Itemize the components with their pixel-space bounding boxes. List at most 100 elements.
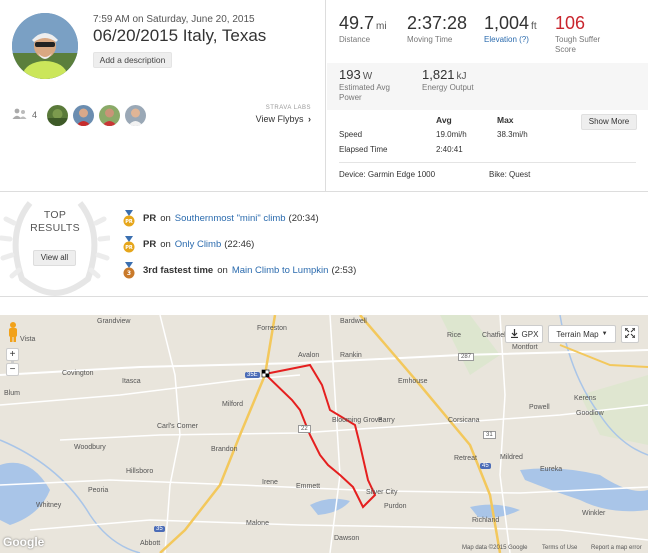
map-town: Avalon <box>298 352 320 359</box>
minus-icon: − <box>9 364 16 375</box>
svg-text:PR: PR <box>125 245 133 251</box>
achievements-section: TOP RESULTS View all PR PR on Southernmo… <box>0 193 648 297</box>
map-canvas[interactable] <box>0 315 648 553</box>
map-town: Milford <box>222 401 244 408</box>
kudos-summary[interactable]: 4 <box>12 108 37 122</box>
map-town: Blum <box>4 390 20 397</box>
avatar[interactable] <box>73 105 94 126</box>
map-type-label: Terrain Map <box>556 329 599 339</box>
add-description-button[interactable]: Add a description <box>93 52 172 68</box>
speed-max: 38.3mi/h <box>497 130 528 139</box>
activity-title[interactable]: 06/20/2015 Italy, Texas <box>93 26 266 46</box>
highway-shield: 35 <box>154 526 165 532</box>
fullscreen-icon <box>624 327 636 340</box>
map-attribution: Map data ©2015 Google <box>462 545 528 551</box>
view-all-button[interactable]: View all <box>33 250 76 266</box>
view-flybys-link[interactable]: View Flybys › <box>256 114 311 124</box>
fullscreen-button[interactable] <box>621 325 639 343</box>
gpx-download-button[interactable]: GPX <box>505 325 543 343</box>
athlete-avatar[interactable] <box>12 13 78 79</box>
top-results-title: TOP RESULTS <box>0 209 110 235</box>
map-town: Eureka <box>540 466 563 473</box>
suffer-score-label-1: Tough Suffer <box>555 35 601 44</box>
segment-link[interactable]: Only Climb <box>175 239 221 250</box>
route-map[interactable]: Grandview Forreston Bardwell Rice Chatfi… <box>0 315 648 553</box>
map-town: Montfort <box>512 344 538 351</box>
map-town: Carl's Corner <box>157 423 199 430</box>
map-town: Richland <box>472 517 500 524</box>
elapsed-time-value: 2:40:41 <box>436 145 463 154</box>
elevation-value: 1,004 <box>484 13 530 33</box>
power-label-2: Power <box>339 93 362 102</box>
report-map-error-link[interactable]: Report a map error <box>591 545 642 551</box>
zoom-out-button[interactable]: − <box>6 363 19 376</box>
achievement-time: (2:53) <box>331 265 357 276</box>
terms-link[interactable]: Terms of Use <box>542 545 577 551</box>
elevation-unit: ft <box>531 21 537 32</box>
gpx-label: GPX <box>521 329 539 339</box>
map-town: Barry <box>378 417 395 424</box>
highway-shield: 45 <box>480 463 491 469</box>
top-results-line2: RESULTS <box>30 222 80 234</box>
achievement-item: PR PR on Only Climb (22:46) <box>123 236 254 253</box>
achievement-on: on <box>160 213 171 224</box>
suffer-score-label-2: Score <box>555 45 576 54</box>
highway-shield: 31 <box>483 431 496 439</box>
google-logo: Google <box>3 535 45 549</box>
map-town: Hillsboro <box>126 468 154 475</box>
flybys-panel: STRAVA LABS View Flybys › <box>256 105 311 124</box>
map-town: Goodlow <box>576 410 604 417</box>
strava-labs-caption: STRAVA LABS <box>265 105 311 111</box>
avatar[interactable] <box>99 105 120 126</box>
energy-value: 1,821 <box>422 67 455 82</box>
avg-header: Avg <box>436 115 452 125</box>
map-town: Forreston <box>257 325 287 332</box>
map-town: Woodbury <box>74 444 106 451</box>
achievement-prefix: PR <box>143 239 157 250</box>
avatar[interactable] <box>125 105 146 126</box>
map-town: Retreat <box>454 455 477 462</box>
map-town: Mildred <box>500 454 523 461</box>
energy-unit: kJ <box>456 71 467 82</box>
zoom-in-button[interactable]: + <box>6 348 19 361</box>
stat-suffer-score[interactable]: 106 Tough Suffer Score <box>555 13 600 54</box>
map-town: Grandview <box>97 318 131 325</box>
power-unit: W <box>362 71 373 82</box>
kudos-avatars <box>47 105 146 126</box>
map-town: Vista <box>20 336 36 343</box>
map-town: Abbott <box>140 540 161 547</box>
device-info: Device: Garmin Edge 1000 <box>339 170 436 179</box>
activity-header: 7:59 AM on Saturday, June 20, 2015 06/20… <box>0 0 326 192</box>
elevation-help-link[interactable]: Elevation (?) <box>484 35 537 44</box>
achievement-item: PR PR on Southernmost "mini" climb (20:3… <box>123 210 319 227</box>
caret-down-icon: ▼ <box>601 331 608 337</box>
map-town: Rankin <box>340 352 362 359</box>
pr-medal-icon: PR <box>123 210 135 227</box>
speed-label: Speed <box>339 130 363 139</box>
segment-link[interactable]: Main Climb to Lumpkin <box>232 265 329 276</box>
map-town: Brandon <box>211 446 238 453</box>
map-town: Covington <box>62 370 94 377</box>
achievement-time: (22:46) <box>224 239 255 250</box>
map-type-select[interactable]: Terrain Map ▼ <box>548 325 616 343</box>
show-more-button[interactable]: Show More <box>581 114 637 130</box>
kudos-icon <box>12 108 28 122</box>
stat-energy: 1,821 kJ Energy Output <box>422 67 474 92</box>
suffer-score-value: 106 <box>555 13 586 33</box>
segment-link[interactable]: Southernmost "mini" climb <box>175 213 286 224</box>
divider <box>339 162 636 163</box>
map-town: Kerens <box>574 395 597 402</box>
energy-label: Energy Output <box>422 83 474 92</box>
top-results-badge: TOP RESULTS View all <box>0 193 110 297</box>
street-view-pegman-icon[interactable] <box>6 321 20 348</box>
avatar[interactable] <box>47 105 68 126</box>
stat-distance: 49.7 mi Distance <box>339 13 387 44</box>
moving-time-label: Moving Time <box>407 35 453 44</box>
plus-icon: + <box>9 349 16 360</box>
top-results-line1: TOP <box>43 209 67 221</box>
achievement-item: 3 3rd fastest time on Main Climb to Lump… <box>123 262 356 279</box>
map-town: Silver City <box>366 489 398 496</box>
map-town: Peoria <box>88 487 109 494</box>
moving-time-value: 2:37:28 <box>407 13 468 33</box>
achievement-prefix: 3rd fastest time <box>143 265 214 276</box>
